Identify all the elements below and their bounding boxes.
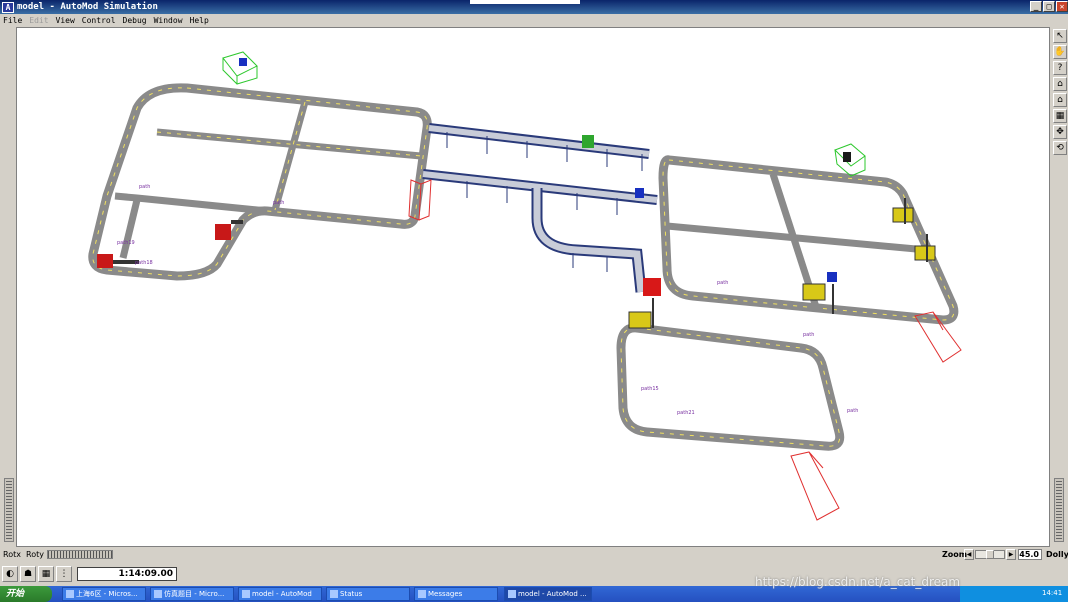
left-path-network [88, 83, 432, 281]
zoom-value-field[interactable]: 45.0 [1018, 549, 1042, 560]
window-title: model - AutoMod Simulation [17, 2, 158, 12]
right-toolbar: ↖ ✋? ⌂ ⌂ ▦ ✥ ⟲ [1052, 27, 1068, 547]
path-label: path21 [677, 410, 695, 416]
rotate-icon[interactable]: ⟲ [1053, 141, 1067, 155]
watermark: https://blog.csdn.net/a_cat_dream [755, 575, 961, 589]
black-cube-load [843, 152, 851, 162]
window-icon [418, 590, 426, 598]
home-icon[interactable]: ⌂ [1053, 77, 1067, 91]
dolly-label: Dolly [1046, 550, 1068, 559]
window-icon [154, 590, 162, 598]
automod-window: A model - AutoMod Simulation _ □ ✕ File … [0, 0, 1068, 602]
path-label: path15 [641, 386, 659, 392]
menu-file[interactable]: File [3, 16, 22, 25]
menu-help[interactable]: Help [190, 16, 209, 25]
rotx-label: Rotx [3, 550, 21, 559]
factory-scene: path19 path18 path21 path15 path path pa… [88, 51, 962, 521]
window-icon [330, 590, 338, 598]
home-set-icon[interactable]: ⌂ [1053, 93, 1067, 107]
simulation-clock: 1:14:09.00 [77, 567, 177, 581]
menu-bar: File Edit View Control Debug Window Help [0, 14, 1068, 26]
close-button[interactable]: ✕ [1056, 1, 1068, 12]
menu-view[interactable]: View [56, 16, 75, 25]
taskbar-item-label: model - AutoMod [252, 590, 312, 598]
menu-control[interactable]: Control [82, 16, 116, 25]
taskbar-item[interactable]: 上海6区 - Micros... [62, 587, 146, 601]
taskbar-item-active[interactable]: model - AutoMod ... [504, 587, 592, 601]
title-bar[interactable]: A model - AutoMod Simulation _ □ ✕ [0, 0, 1068, 14]
zoom-right-arrow-icon[interactable]: ▶ [1006, 549, 1016, 560]
menu-window[interactable]: Window [154, 16, 183, 25]
help-icon[interactable]: ? [1053, 61, 1067, 75]
path-label: path [803, 332, 814, 338]
conveyor-system [422, 123, 658, 293]
roty-label: Roty [26, 550, 44, 559]
taskbar-item[interactable]: Status [326, 587, 410, 601]
menu-debug[interactable]: Debug [123, 16, 147, 25]
rotation-bar: Rotx Roty Zoom ◀ ▶ 45.0 Dolly [0, 548, 1068, 562]
zoom-slider-thumb[interactable] [986, 550, 994, 559]
path-label: path19 [117, 240, 135, 246]
window-icon [508, 590, 516, 598]
blue-load [635, 188, 644, 198]
pointer-icon[interactable]: ↖ [1053, 29, 1067, 43]
path-label: path [139, 184, 150, 190]
minimize-button[interactable]: _ [1030, 1, 1042, 12]
path-label: path [273, 200, 284, 206]
path-label: path18 [135, 260, 153, 266]
title-blank-region [470, 0, 580, 4]
window-icon [242, 590, 250, 598]
menu-edit[interactable]: Edit [29, 16, 48, 25]
source-cubes [222, 51, 866, 177]
tray-clock: 14:41 [1042, 589, 1063, 597]
taskbar-item-label: Status [340, 590, 363, 598]
forklift-1 [628, 278, 661, 329]
step-grid-icon[interactable]: ▦ [38, 566, 54, 582]
path-label: path [847, 408, 858, 414]
red-agv-1 [97, 254, 139, 268]
speed-icon[interactable]: ⋮ [56, 566, 72, 582]
roty-slider[interactable] [47, 550, 113, 559]
animation-icon[interactable]: ☗ [20, 566, 36, 582]
taskbar-item-label: model - AutoMod ... [518, 590, 587, 598]
run-pause-icon[interactable]: ◐ [2, 566, 18, 582]
path-label: path [717, 280, 728, 286]
start-button[interactable]: 开始 [0, 586, 52, 602]
left-vertical-slider[interactable] [4, 478, 14, 542]
grid-icon[interactable]: ▦ [1053, 109, 1067, 123]
slider-grip [6, 481, 12, 539]
taskbar-item[interactable]: 仿真题目 - Micro... [150, 587, 234, 601]
window-icon [66, 590, 74, 598]
blue-cube-load [239, 58, 247, 66]
green-load [582, 135, 594, 148]
maximize-button[interactable]: □ [1043, 1, 1055, 12]
taskbar-item-label: Messages [428, 590, 463, 598]
zoom-slider[interactable] [975, 550, 1005, 559]
move-icon[interactable]: ✥ [1053, 125, 1067, 139]
automod-app-icon[interactable]: A [2, 1, 14, 13]
zoom-left-arrow-icon[interactable]: ◀ [964, 549, 974, 560]
hand-icon[interactable]: ✋ [1053, 45, 1067, 59]
taskbar-item[interactable]: model - AutoMod [238, 587, 322, 601]
taskbar-item[interactable]: Messages [414, 587, 498, 601]
simulation-canvas[interactable]: path19 path18 path21 path15 path path pa… [16, 27, 1050, 547]
taskbar-item-label: 仿真题目 - Micro... [164, 590, 225, 598]
taskbar-item-label: 上海6区 - Micros... [76, 590, 138, 598]
